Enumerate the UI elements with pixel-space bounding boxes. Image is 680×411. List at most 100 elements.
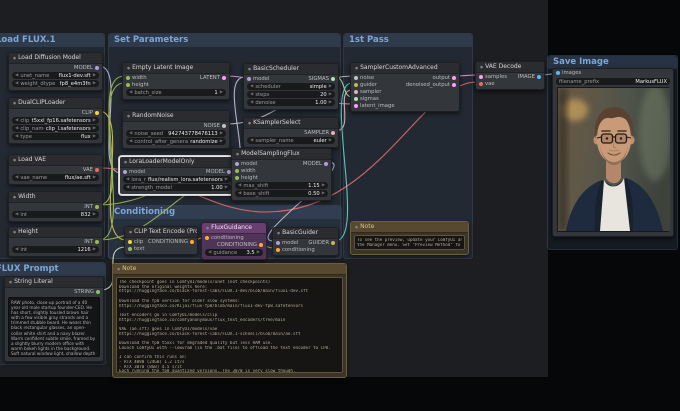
collapse-dot-icon[interactable]: ●	[127, 112, 130, 120]
widget-max-shift[interactable]: ◀ max_shift 1.15 ▶	[235, 182, 328, 189]
widget-base-shift[interactable]: ◀ base_shift 0.50 ▶	[235, 190, 328, 197]
arrow-right-icon[interactable]: ▶	[329, 84, 332, 89]
widget-filename-prefix[interactable]: filename_prefix MarkusFLUX	[556, 78, 670, 85]
input-slot-sampler[interactable]: sampler	[354, 89, 381, 95]
output-slot-latent[interactable]: LATENT	[200, 75, 226, 81]
arrow-left-icon[interactable]: ◀	[250, 84, 253, 89]
node-header[interactable]: ● LoraLoaderModelOnly	[120, 157, 234, 168]
slot-dot[interactable]	[276, 240, 280, 245]
widget-steps[interactable]: ◀ steps 20 ▶	[247, 91, 335, 98]
arrow-left-icon[interactable]: ◀	[15, 247, 18, 252]
output-slot-sampler[interactable]: SAMPLER	[304, 130, 335, 136]
slot-dot[interactable]	[235, 168, 239, 173]
node-ksampler-select[interactable]: ● KSamplerSelect SAMPLER ◀ sampler_name eul…	[243, 117, 339, 148]
input-slot-width[interactable]: width	[126, 75, 147, 81]
arrow-right-icon[interactable]: ▶	[322, 183, 325, 188]
node-header[interactable]: ● Height	[9, 227, 102, 238]
widget-strength-model[interactable]: ◀ strength_model 1.00 ▶	[123, 184, 231, 191]
prompt-textarea[interactable]: RAW photo, close-up portrait of a 40 yea…	[8, 297, 100, 357]
node-header[interactable]: ● FluxGuidance	[202, 223, 266, 234]
node-header[interactable]: ● SamplerCustomAdvanced	[351, 63, 459, 74]
group-title-flux-prompt[interactable]: FLUX Prompt	[0, 263, 105, 276]
collapse-dot-icon[interactable]: ●	[236, 150, 239, 158]
collapse-dot-icon[interactable]: ●	[13, 193, 16, 201]
widget-clip-name1[interactable]: ◀clip_name1t5xxl_fp16.safetensors▶	[12, 117, 99, 124]
output-slot-model[interactable]: MODEL	[74, 65, 99, 71]
widget-unet-name[interactable]: ◀ unet_name flux1-dev.sft ▶	[12, 72, 99, 79]
arrow-right-icon[interactable]: ▶	[220, 131, 223, 136]
node-lora-loader-model-only[interactable]: ● LoraLoaderModelOnly model MODEL ◀ lora_n…	[119, 156, 235, 195]
group-title-first-pass[interactable]: 1st Pass	[344, 34, 472, 47]
input-slot-conditioning[interactable]: conditioning	[276, 247, 315, 253]
input-slot-model[interactable]: model	[247, 76, 270, 82]
output-slot-string[interactable]: STRING	[74, 289, 100, 295]
widget-width-int[interactable]: ◀ int 832 ▶	[12, 211, 99, 218]
slot-dot[interactable]	[235, 175, 239, 180]
input-slot-sigmas[interactable]: sigmas	[354, 96, 379, 102]
arrow-left-icon[interactable]: ◀	[15, 212, 18, 217]
input-slot-model[interactable]: model	[276, 240, 299, 246]
collapse-dot-icon[interactable]: ●	[480, 63, 483, 71]
arrow-left-icon[interactable]: ◀	[238, 183, 241, 188]
node-random-noise[interactable]: ● RandomNoise NOISE ◀ noise_seed 9427437784…	[122, 110, 230, 149]
arrow-left-icon[interactable]: ◀	[129, 139, 132, 144]
collapse-dot-icon[interactable]: ●	[127, 64, 130, 72]
input-slot-vae[interactable]: vae	[479, 81, 495, 87]
widget-guidance[interactable]: ◀ guidance 3.5 ▶	[205, 249, 263, 256]
input-slot-width[interactable]: width	[235, 168, 256, 174]
arrow-left-icon[interactable]: ◀	[250, 92, 253, 97]
input-slot-height[interactable]: height	[235, 175, 258, 181]
collapse-dot-icon[interactable]: ●	[13, 54, 16, 62]
node-empty-latent-image[interactable]: ● Empty Latent Image width LATENT height …	[122, 62, 230, 100]
arrow-left-icon[interactable]: ◀	[129, 131, 132, 136]
collapse-dot-icon[interactable]: ●	[248, 119, 251, 127]
collapse-dot-icon[interactable]: ●	[248, 65, 251, 73]
output-slot-clip[interactable]: CLIP	[82, 110, 99, 116]
slot-dot[interactable]	[126, 75, 130, 80]
widget-control-after-generate[interactable]: ◀ control_after_generate randomize ▶	[126, 138, 226, 145]
output-slot-conditioning[interactable]: CONDITIONING	[217, 242, 263, 248]
node-header[interactable]: ● VAE Decode	[476, 62, 544, 73]
widget-weight-dtype[interactable]: ◀ weight_dtype fp8_e4m3fn ▶	[12, 80, 99, 87]
slot-dot[interactable]	[190, 239, 194, 244]
output-slot-int[interactable]: INT	[84, 239, 99, 245]
group-title-conditioning[interactable]: Conditioning	[109, 206, 341, 219]
slot-dot[interactable]	[324, 161, 328, 166]
output-slot-vae[interactable]: VAE	[83, 167, 99, 173]
output-slot-image[interactable]: IMAGE	[518, 74, 541, 80]
arrow-right-icon[interactable]: ▶	[93, 212, 96, 217]
input-slot-noise[interactable]: noise	[354, 75, 374, 81]
slot-dot[interactable]	[95, 239, 99, 244]
slot-dot[interactable]	[479, 81, 483, 86]
arrow-right-icon[interactable]: ▶	[220, 90, 223, 95]
node-header[interactable]: ● Note	[113, 264, 346, 275]
node-flux-guidance[interactable]: ● FluxGuidance conditioning CONDITIONING …	[201, 222, 267, 260]
group-title-set-parameters[interactable]: Set Parameters	[109, 34, 340, 47]
arrow-left-icon[interactable]: ◀	[126, 177, 129, 182]
slot-dot[interactable]	[452, 82, 456, 87]
slot-dot[interactable]	[95, 204, 99, 209]
node-header[interactable]: ● ModelSamplingFlux	[232, 149, 331, 160]
slot-dot[interactable]	[128, 246, 132, 251]
node-save-image[interactable]: images filename_prefix MarkusFLUX	[552, 68, 674, 237]
slot-dot[interactable]	[95, 65, 99, 70]
node-string-literal[interactable]: ● String Literal STRING RAW photo, close-…	[4, 276, 104, 362]
input-slot-text[interactable]: text	[128, 246, 144, 252]
arrow-left-icon[interactable]: ◀	[15, 81, 18, 86]
widget-noise-seed[interactable]: ◀ noise_seed 942743778476113 ▶	[126, 130, 226, 137]
input-slot-images[interactable]: images	[556, 70, 581, 76]
arrow-right-icon[interactable]: ▶	[93, 81, 96, 86]
slot-dot[interactable]	[222, 123, 226, 128]
input-slot-model[interactable]: model	[235, 161, 258, 167]
arrow-left-icon[interactable]: ◀	[250, 100, 253, 105]
arrow-right-icon[interactable]: ▶	[257, 250, 260, 255]
node-header[interactable]: ●CLIP Text Encode (Prompt)	[125, 227, 197, 238]
slot-dot[interactable]	[259, 242, 263, 247]
input-slot-height[interactable]: height	[126, 82, 149, 88]
input-slot-clip[interactable]: clip	[128, 239, 143, 245]
arrow-right-icon[interactable]: ▶	[93, 134, 96, 139]
input-slot-model[interactable]: model	[123, 169, 146, 175]
slot-dot[interactable]	[95, 110, 99, 115]
output-slot-model[interactable]: MODEL	[206, 169, 231, 175]
node-header[interactable]: ● Empty Latent Image	[123, 63, 229, 74]
